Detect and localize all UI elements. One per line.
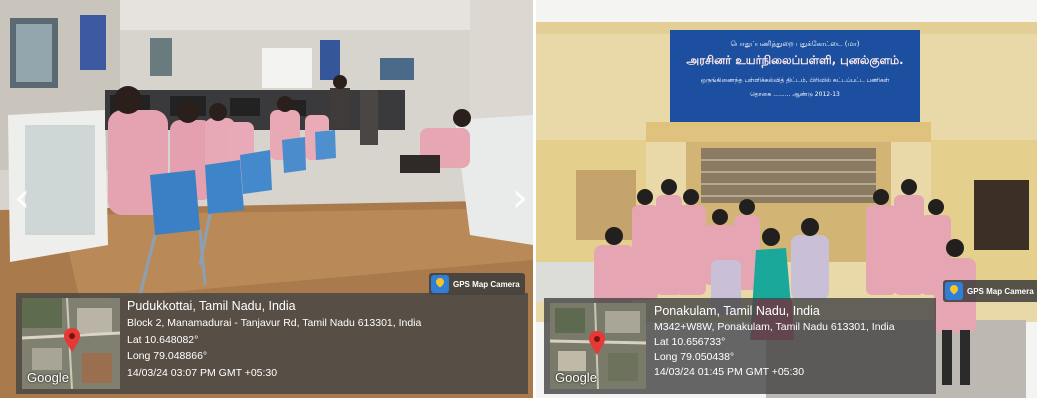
gps-map-camera-logo-icon: [945, 282, 963, 300]
sign-line-3: ஒருங்கிணைந்த பள்ளிக்கல்வித் திட்டம், பிர…: [700, 77, 890, 84]
place-name: Ponakulam, Tamil Nadu, India: [654, 304, 820, 318]
school-sign-board: பொதுப்பணித்துறை புதுக்கோட்டை (மா) அரசினர…: [671, 32, 919, 120]
google-logo: Google: [555, 370, 597, 385]
school-building-photo: பொதுப்பணித்துறை புதுக்கோட்டை (மா) அரசினர…: [536, 0, 1037, 398]
gps-badge-label: GPS Map Camera: [967, 286, 1034, 296]
gps-info-card: Google Pudukkottai, Tamil Nadu, India Bl…: [16, 293, 528, 394]
gps-map-camera-logo-icon: [431, 275, 449, 293]
sign-line-2: அரசினர் உயர்நிலைப்பள்ளி, புனல்குளம்.: [686, 53, 904, 67]
computer-lab-photo: ‹ › GPS Map Camera Google Pudukkottai, T…: [0, 0, 533, 398]
location-map-thumbnail: Google: [22, 298, 120, 389]
gps-info-card: Google Ponakulam, Tamil Nadu, India M342…: [544, 298, 936, 394]
address: M342+W8W, Ponakulam, Tamil Nadu 613301, …: [654, 321, 895, 333]
sign-line-1: பொதுப்பணித்துறை புதுக்கோட்டை (மா): [730, 40, 860, 48]
timestamp: 14/03/24 01:45 PM GMT +05:30: [654, 366, 805, 378]
latitude: Lat 10.656733°: [654, 336, 726, 348]
previous-arrow-icon[interactable]: ‹: [14, 178, 30, 218]
place-name: Pudukkottai, Tamil Nadu, India: [127, 299, 296, 313]
gps-details: Pudukkottai, Tamil Nadu, India Block 2, …: [127, 299, 522, 381]
longitude: Long 79.050438°: [654, 351, 735, 363]
next-arrow-icon[interactable]: ›: [512, 178, 528, 218]
longitude: Long 79.048866°: [127, 350, 208, 362]
gps-map-camera-badge: GPS Map Camera: [429, 273, 525, 295]
sign-line-4: தொகை ......... ஆண்டு 2012-13: [750, 91, 840, 98]
location-map-thumbnail: Google: [550, 303, 646, 389]
timestamp: 14/03/24 03:07 PM GMT +05:30: [127, 366, 278, 379]
gps-map-camera-badge: GPS Map Camera: [943, 280, 1037, 302]
google-logo: Google: [27, 370, 69, 385]
latitude: Lat 10.648082°: [127, 333, 199, 346]
address: Block 2, Manamadurai - Tanjavur Rd, Tami…: [127, 317, 422, 329]
gps-badge-label: GPS Map Camera: [453, 279, 520, 289]
gps-details: Ponakulam, Tamil Nadu, India M342+W8W, P…: [654, 304, 930, 380]
